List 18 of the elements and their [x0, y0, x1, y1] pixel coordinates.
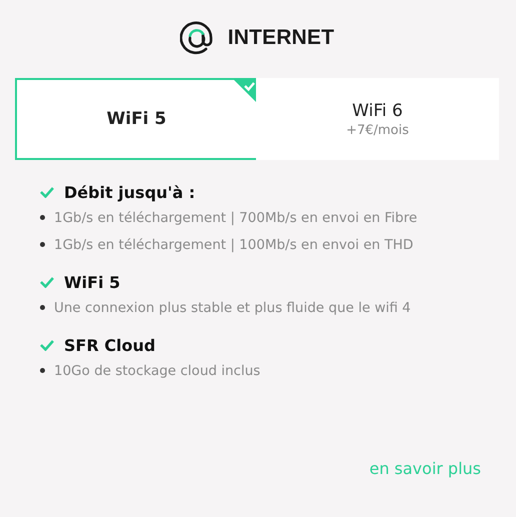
feature-title: Débit jusqu'à :: [64, 182, 196, 202]
bullet-icon: [40, 242, 45, 247]
bullet-icon: [40, 305, 45, 310]
option-tab[interactable]: WiFi 6 +7€/mois: [256, 78, 499, 160]
feature-detail: 1Gb/s en téléchargement | 100Mb/s en envoi en THD: [54, 236, 414, 252]
section-title: INTERNET: [228, 26, 334, 50]
bullet-icon: [40, 215, 45, 220]
feature-detail: 10Go de stockage cloud inclus: [54, 362, 260, 378]
at-sign-icon: [180, 21, 214, 55]
check-icon: [39, 276, 55, 288]
check-icon: [39, 186, 55, 198]
option-tab[interactable]: WiFi 5: [15, 78, 258, 160]
check-icon: [39, 339, 55, 351]
feature-detail: 1Gb/s en téléchargement | 700Mb/s en envoi en Fibre: [54, 210, 418, 226]
feature-detail: Une connexion plus stable et plus fluide que le wifi 4: [54, 300, 411, 316]
bullet-icon: [40, 368, 45, 373]
feature-title: SFR Cloud: [64, 336, 156, 354]
feature-title: WiFi 5: [64, 272, 120, 292]
